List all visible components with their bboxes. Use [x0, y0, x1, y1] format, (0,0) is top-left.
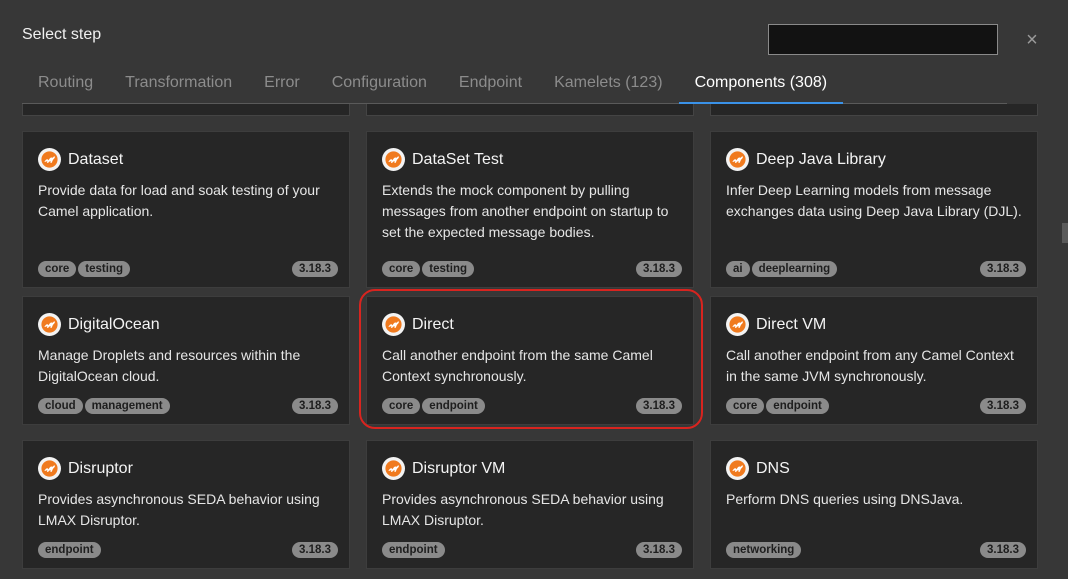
- apache-camel-icon: [382, 148, 405, 171]
- component-grid[interactable]: Dataset Provide data for load and soak te…: [22, 104, 1038, 579]
- apache-camel-icon: [38, 457, 61, 480]
- version-badge: 3.18.3: [636, 398, 682, 414]
- component-card[interactable]: DigitalOcean Manage Droplets and resource…: [22, 296, 350, 425]
- card-header: DNS: [726, 457, 790, 480]
- apache-camel-icon: [726, 313, 749, 336]
- card-header: Direct: [382, 313, 454, 336]
- card-labels: cloud management: [38, 398, 170, 414]
- label-badge: core: [382, 398, 421, 414]
- card-labels: core endpoint: [382, 398, 485, 414]
- version-badge: 3.18.3: [292, 398, 338, 414]
- scrollbar-thumb[interactable]: [1062, 223, 1068, 243]
- apache-camel-icon: [726, 457, 749, 480]
- label-badge: networking: [726, 542, 802, 558]
- label-badge: cloud: [38, 398, 83, 414]
- apache-camel-icon: [382, 313, 405, 336]
- label-badge: core: [382, 261, 421, 277]
- label-badge: deeplearning: [751, 261, 838, 277]
- card-labels: ai deeplearning: [726, 261, 838, 277]
- card-header: Disruptor VM: [382, 457, 505, 480]
- card-header: Deep Java Library: [726, 148, 886, 171]
- card-title: Disruptor VM: [412, 459, 506, 477]
- component-card[interactable]: Dataset Provide data for load and soak te…: [22, 131, 350, 288]
- version-badge: 3.18.3: [292, 542, 338, 558]
- card-labels: endpoint: [38, 542, 101, 558]
- label-badge: endpoint: [422, 398, 485, 414]
- apache-camel-icon: [38, 148, 61, 171]
- card-title: DigitalOcean: [68, 315, 160, 333]
- modal-title: Select step: [22, 26, 102, 43]
- version-badge: 3.18.3: [980, 542, 1026, 558]
- close-icon[interactable]: ×: [1024, 30, 1040, 50]
- card-header: DigitalOcean: [38, 313, 160, 336]
- card-description: Infer Deep Learning models from message …: [726, 182, 1022, 219]
- version-badge: 3.18.3: [636, 261, 682, 277]
- card-peek: [710, 104, 1038, 116]
- card-labels: networking: [726, 542, 802, 558]
- component-card[interactable]: Disruptor VM Provides asynchronous SEDA b…: [366, 440, 694, 569]
- label-badge: core: [726, 398, 765, 414]
- card-description: Call another endpoint from the same Came…: [382, 347, 653, 384]
- card-labels: core endpoint: [726, 398, 829, 414]
- tab-configuration[interactable]: Configuration: [316, 68, 443, 103]
- version-badge: 3.18.3: [636, 542, 682, 558]
- card-labels: core testing: [38, 261, 130, 277]
- apache-camel-icon: [38, 313, 61, 336]
- component-card[interactable]: Direct VM Call another endpoint from any …: [710, 296, 1038, 425]
- search-input[interactable]: [768, 24, 998, 55]
- card-description: Provides asynchronous SEDA behavior usin…: [38, 491, 320, 528]
- tab-error[interactable]: Error: [248, 68, 316, 103]
- label-badge: endpoint: [38, 542, 101, 558]
- card-description: Perform DNS queries using DNSJava.: [726, 491, 964, 507]
- component-card[interactable]: Deep Java Library Infer Deep Learning mod…: [710, 131, 1038, 288]
- version-badge: 3.18.3: [980, 398, 1026, 414]
- tab-bar: Routing Transformation Error Configuration E…: [22, 68, 1007, 104]
- card-header: Dataset: [38, 148, 123, 171]
- label-badge: ai: [726, 261, 750, 277]
- card-title: Disruptor: [68, 459, 133, 477]
- card-description: Manage Droplets and resources within the…: [38, 347, 301, 384]
- tab-transformation[interactable]: Transformation: [109, 68, 248, 103]
- label-badge: management: [84, 398, 170, 414]
- component-card[interactable]: Direct Call another endpoint from the sam…: [366, 296, 694, 425]
- card-header: DataSet Test: [382, 148, 503, 171]
- apache-camel-icon: [726, 148, 749, 171]
- label-badge: testing: [422, 261, 474, 277]
- version-badge: 3.18.3: [980, 261, 1026, 277]
- card-title: Direct VM: [756, 315, 827, 333]
- component-card[interactable]: DNS Perform DNS queries using DNSJava. net…: [710, 440, 1038, 569]
- card-peek: [22, 104, 350, 116]
- label-badge: endpoint: [382, 542, 445, 558]
- card-title: DataSet Test: [412, 150, 504, 168]
- card-title: Direct: [412, 315, 454, 333]
- tab-kamelets-123[interactable]: Kamelets (123): [538, 68, 679, 103]
- tab-components-308[interactable]: Components (308): [678, 68, 844, 104]
- label-badge: core: [38, 261, 77, 277]
- component-card[interactable]: DataSet Test Extends the mock component b…: [366, 131, 694, 288]
- card-header: Direct VM: [726, 313, 826, 336]
- card-title: Deep Java Library: [756, 150, 886, 168]
- card-description: Provides asynchronous SEDA behavior usin…: [382, 491, 664, 528]
- tab-endpoint[interactable]: Endpoint: [443, 68, 538, 103]
- component-card[interactable]: Disruptor Provides asynchronous SEDA beha…: [22, 440, 350, 569]
- card-title: DNS: [756, 459, 790, 477]
- version-badge: 3.18.3: [292, 261, 338, 277]
- tab-routing[interactable]: Routing: [22, 68, 109, 103]
- label-badge: testing: [78, 261, 130, 277]
- card-description: Provide data for load and soak testing o…: [38, 182, 320, 219]
- label-badge: endpoint: [766, 398, 829, 414]
- card-description: Call another endpoint from any Camel Con…: [726, 347, 1014, 384]
- card-description: Extends the mock component by pulling me…: [382, 182, 669, 240]
- card-labels: endpoint: [382, 542, 445, 558]
- apache-camel-icon: [382, 457, 405, 480]
- card-title: Dataset: [68, 150, 124, 168]
- card-peek: [366, 104, 694, 116]
- card-labels: core testing: [382, 261, 474, 277]
- card-header: Disruptor: [38, 457, 133, 480]
